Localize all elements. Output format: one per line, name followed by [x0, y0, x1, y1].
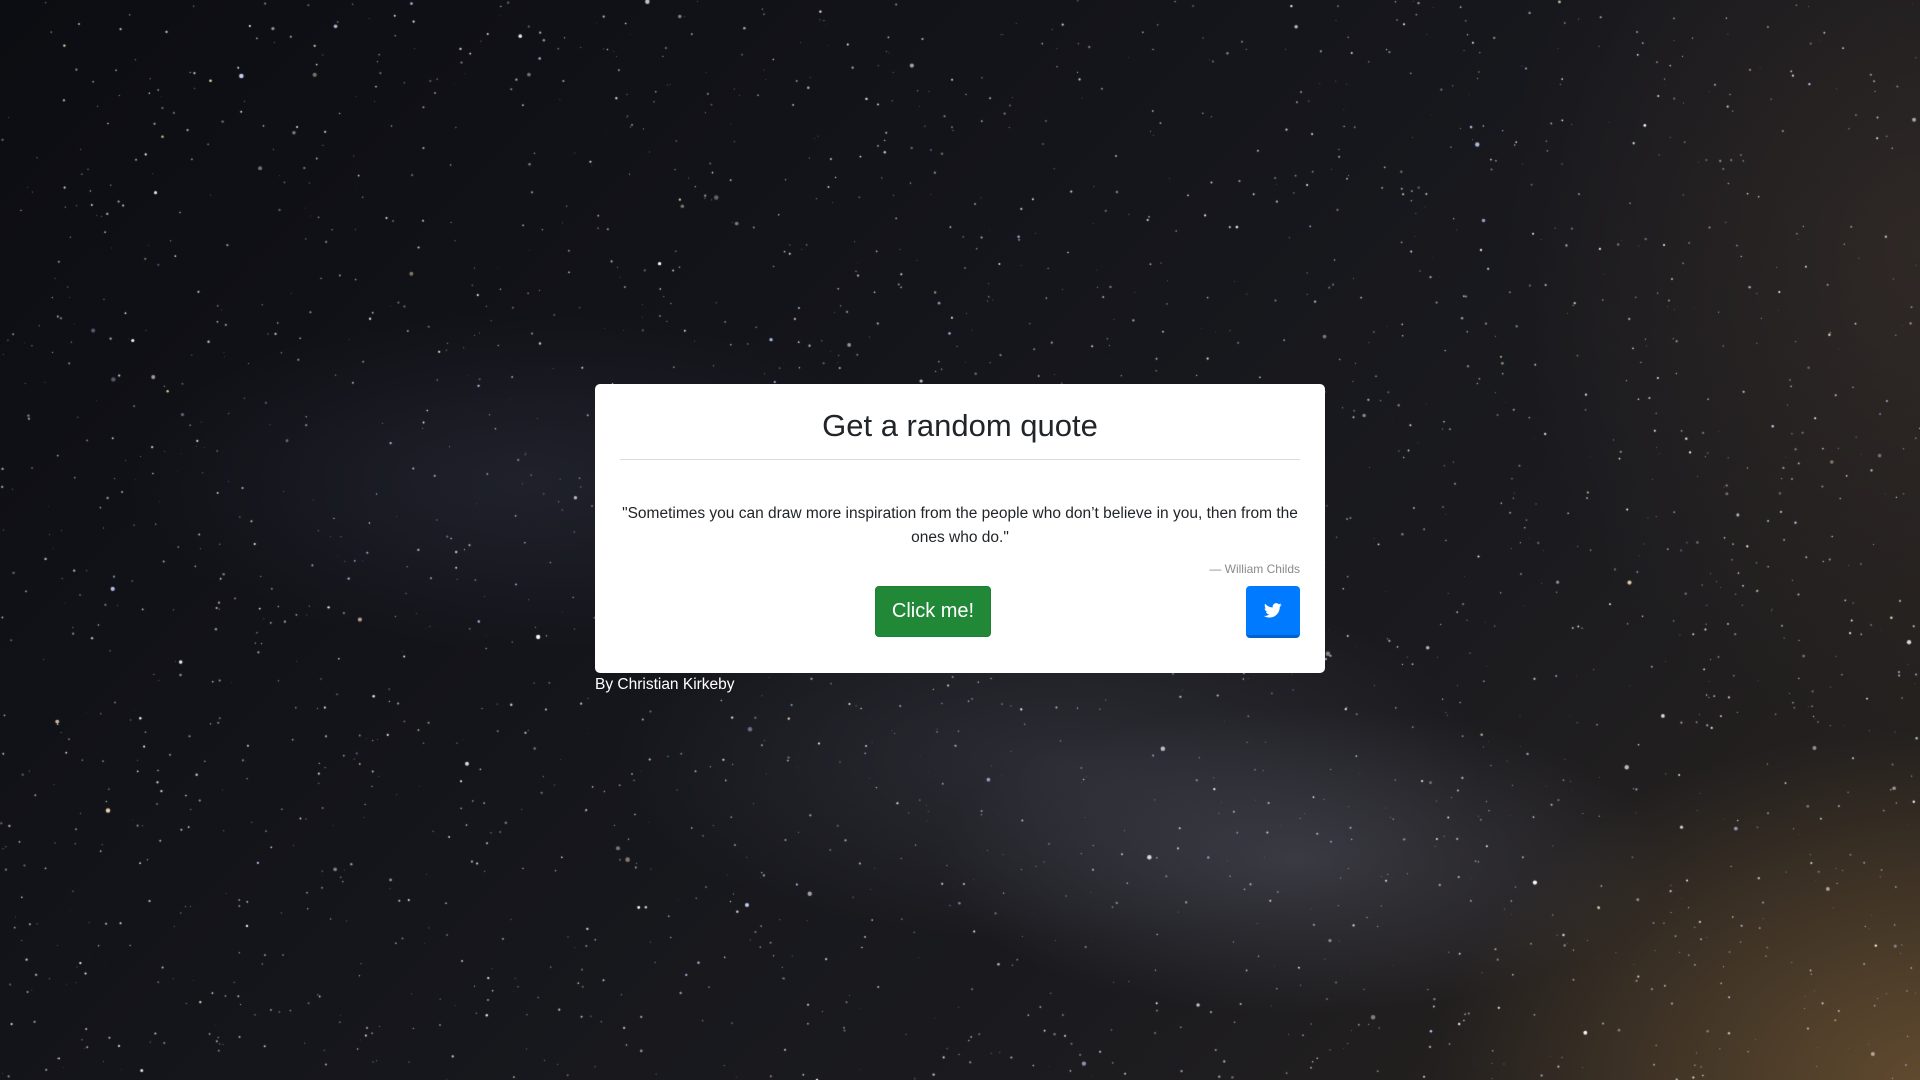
card-title: Get a random quote	[822, 408, 1098, 443]
quote-text: "Sometimes you can draw more inspiration…	[622, 505, 1298, 546]
quote-author: — William Childs	[1209, 562, 1300, 576]
author-credit: By Christian Kirkeby	[595, 676, 735, 693]
new-quote-button[interactable]: Click me!	[875, 586, 991, 637]
twitter-icon	[1264, 603, 1282, 618]
card-divider	[620, 459, 1300, 460]
quote-card: Get a random quote "Sometimes you can dr…	[595, 384, 1325, 673]
button-row: Click me!	[620, 586, 1300, 638]
tweet-button[interactable]	[1246, 586, 1300, 638]
